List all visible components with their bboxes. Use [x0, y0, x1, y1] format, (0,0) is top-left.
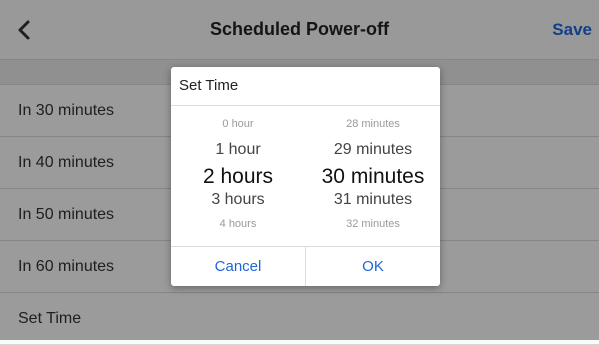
minutes-option[interactable]: 28 minutes [306, 118, 440, 130]
hours-option[interactable]: 0 hour [171, 118, 305, 130]
minutes-option[interactable]: 29 minutes [306, 141, 440, 159]
cancel-button[interactable]: Cancel [171, 247, 306, 286]
dialog-buttons: Cancel OK [171, 246, 440, 286]
time-picker: 0 hour 1 hour 2 hours 3 hours 4 hours 28… [171, 106, 440, 247]
set-time-dialog: Set Time 0 hour 1 hour 2 hours 3 hours 4… [171, 67, 440, 286]
ok-button[interactable]: OK [306, 247, 440, 286]
hours-option[interactable]: 4 hours [171, 218, 305, 230]
minutes-option-selected[interactable]: 30 minutes [306, 165, 440, 189]
hours-option[interactable]: 1 hour [171, 141, 305, 159]
dialog-title: Set Time [171, 67, 440, 106]
hours-option-selected[interactable]: 2 hours [171, 165, 305, 189]
minutes-wheel[interactable]: 28 minutes 29 minutes 30 minutes 31 minu… [306, 106, 440, 247]
minutes-option[interactable]: 31 minutes [306, 191, 440, 209]
minutes-option[interactable]: 32 minutes [306, 218, 440, 230]
screen: Scheduled Power-off Save In 30 minutes I… [0, 0, 599, 345]
hours-wheel[interactable]: 0 hour 1 hour 2 hours 3 hours 4 hours [171, 106, 305, 247]
hours-option[interactable]: 3 hours [171, 191, 305, 209]
